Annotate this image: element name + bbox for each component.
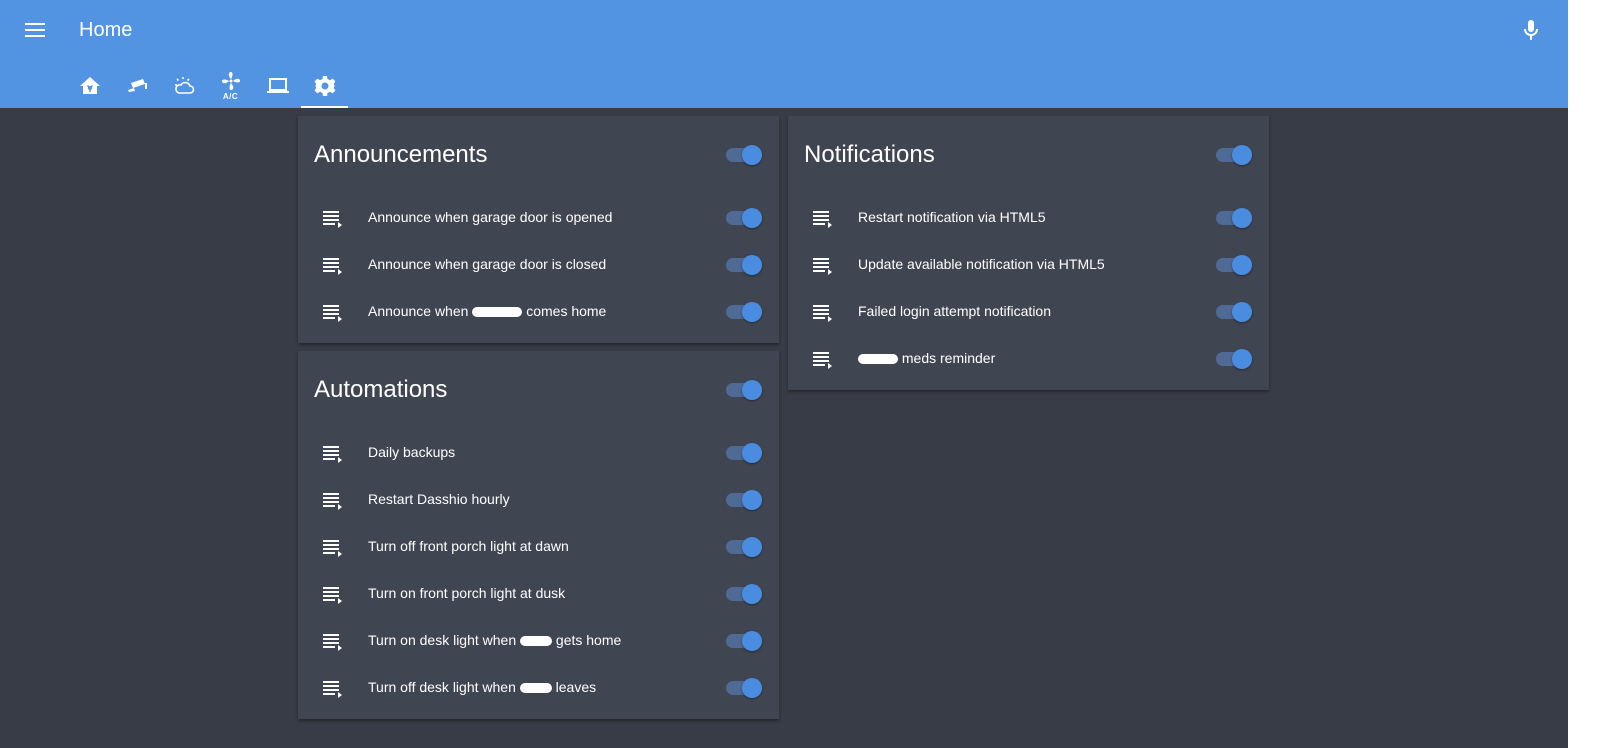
row-toggle[interactable] bbox=[725, 535, 763, 559]
script-icon[interactable] bbox=[320, 488, 344, 512]
row-label: Announce when garage door is opened bbox=[368, 209, 613, 225]
list-item: Turn on desk light when gets home bbox=[298, 617, 779, 664]
script-icon[interactable] bbox=[810, 300, 834, 324]
script-icon[interactable] bbox=[320, 535, 344, 559]
card-title: Announcements bbox=[314, 141, 488, 168]
group-toggle[interactable] bbox=[1215, 143, 1253, 167]
settings-icon bbox=[314, 76, 335, 96]
row-label: Turn off desk light when leaves bbox=[368, 679, 596, 696]
list-item: Daily backups bbox=[298, 429, 779, 476]
list-item: Turn off front porch light at dawn bbox=[298, 523, 779, 570]
row-label-start: Turn off desk light when bbox=[368, 679, 516, 695]
list-item: Update available notification via HTML5 bbox=[788, 241, 1269, 288]
microphone-icon bbox=[1524, 20, 1538, 40]
list-item: Turn on front porch light at dusk bbox=[298, 570, 779, 617]
card-header: Automations bbox=[298, 351, 779, 429]
row-toggle[interactable] bbox=[725, 629, 763, 653]
app-header: Home A/C bbox=[0, 0, 1568, 108]
script-icon[interactable] bbox=[810, 206, 834, 230]
card-header: Announcements bbox=[298, 116, 779, 194]
view-tabs: A/C bbox=[66, 64, 348, 108]
list-item: Announce when garage door is opened bbox=[298, 194, 779, 241]
row-toggle[interactable] bbox=[1215, 206, 1253, 230]
cctv-icon bbox=[127, 79, 147, 92]
row-label-end: meds reminder bbox=[901, 350, 996, 366]
redacted-name bbox=[519, 683, 552, 693]
tab-computer[interactable] bbox=[254, 64, 301, 108]
row-label: Restart notification via HTML5 bbox=[858, 209, 1046, 225]
list-item: Announce when garage door is closed bbox=[298, 241, 779, 288]
air-conditioner-icon bbox=[221, 72, 240, 90]
row-label: meds reminder bbox=[858, 350, 995, 367]
home-automation-icon bbox=[79, 77, 100, 94]
row-label-end: comes home bbox=[526, 303, 607, 319]
tab-air-conditioning[interactable]: A/C bbox=[207, 64, 254, 108]
laptop-icon bbox=[266, 78, 289, 93]
row-label: Failed login attempt notification bbox=[858, 303, 1051, 319]
redacted-name bbox=[472, 307, 523, 317]
row-label-end: gets home bbox=[555, 632, 622, 648]
row-label-start: Turn on desk light when bbox=[368, 632, 517, 648]
row-label-start: Announce when bbox=[368, 303, 469, 319]
row-toggle[interactable] bbox=[725, 206, 763, 230]
list-item: Turn off desk light when leaves bbox=[298, 664, 779, 711]
tab-home[interactable] bbox=[66, 64, 113, 108]
row-label: Announce when comes home bbox=[368, 303, 606, 320]
redacted-name bbox=[858, 354, 898, 364]
script-icon[interactable] bbox=[320, 629, 344, 653]
weather-partly-cloudy-icon bbox=[174, 77, 194, 94]
group-toggle[interactable] bbox=[725, 378, 763, 402]
tab-weather[interactable] bbox=[160, 64, 207, 108]
redacted-name bbox=[520, 636, 553, 646]
script-icon[interactable] bbox=[320, 441, 344, 465]
menu-icon bbox=[25, 23, 45, 37]
row-label: Restart Dasshio hourly bbox=[368, 491, 510, 507]
script-icon[interactable] bbox=[320, 676, 344, 700]
list-item: Restart Dasshio hourly bbox=[298, 476, 779, 523]
row-label: Announce when garage door is closed bbox=[368, 256, 607, 272]
script-icon[interactable] bbox=[810, 347, 834, 371]
row-label: Turn off front porch light at dawn bbox=[368, 538, 569, 554]
row-toggle[interactable] bbox=[725, 441, 763, 465]
row-toggle[interactable] bbox=[725, 676, 763, 700]
menu-button[interactable] bbox=[22, 18, 48, 42]
script-icon[interactable] bbox=[320, 253, 344, 277]
row-label: Daily backups bbox=[368, 444, 456, 460]
row-toggle[interactable] bbox=[725, 253, 763, 277]
row-toggle[interactable] bbox=[1215, 253, 1253, 277]
script-icon[interactable] bbox=[320, 206, 344, 230]
window-scrollbar[interactable] bbox=[1568, 0, 1601, 748]
card-title: Automations bbox=[314, 376, 448, 403]
notifications-card: Notifications Restart notification via H… bbox=[788, 116, 1269, 390]
tab-air-conditioning-label: A/C bbox=[222, 92, 239, 101]
announcements-card: Announcements Announce when garage door … bbox=[298, 116, 779, 343]
group-toggle[interactable] bbox=[725, 143, 763, 167]
tab-cameras[interactable] bbox=[113, 64, 160, 108]
list-item: Announce when comes home bbox=[298, 288, 779, 335]
row-toggle[interactable] bbox=[1215, 347, 1253, 371]
card-title: Notifications bbox=[804, 141, 935, 168]
row-label: Turn on desk light when gets home bbox=[368, 632, 621, 649]
row-toggle[interactable] bbox=[725, 488, 763, 512]
row-toggle[interactable] bbox=[725, 300, 763, 324]
list-item: Restart notification via HTML5 bbox=[788, 194, 1269, 241]
card-header: Notifications bbox=[788, 116, 1269, 194]
list-item: Failed login attempt notification bbox=[788, 288, 1269, 335]
script-icon[interactable] bbox=[810, 253, 834, 277]
row-toggle[interactable] bbox=[725, 582, 763, 606]
script-icon[interactable] bbox=[320, 582, 344, 606]
script-icon[interactable] bbox=[320, 300, 344, 324]
voice-command-button[interactable] bbox=[1519, 17, 1543, 43]
automations-card: Automations Daily backups Restart Dasshi… bbox=[298, 351, 779, 719]
row-label: Turn on front porch light at dusk bbox=[368, 585, 566, 601]
row-label: Update available notification via HTML5 bbox=[858, 256, 1105, 272]
row-toggle[interactable] bbox=[1215, 300, 1253, 324]
list-item: meds reminder bbox=[788, 335, 1269, 382]
tab-settings[interactable] bbox=[301, 64, 348, 108]
page-title: Home bbox=[79, 19, 133, 41]
row-label-end: leaves bbox=[555, 679, 597, 695]
